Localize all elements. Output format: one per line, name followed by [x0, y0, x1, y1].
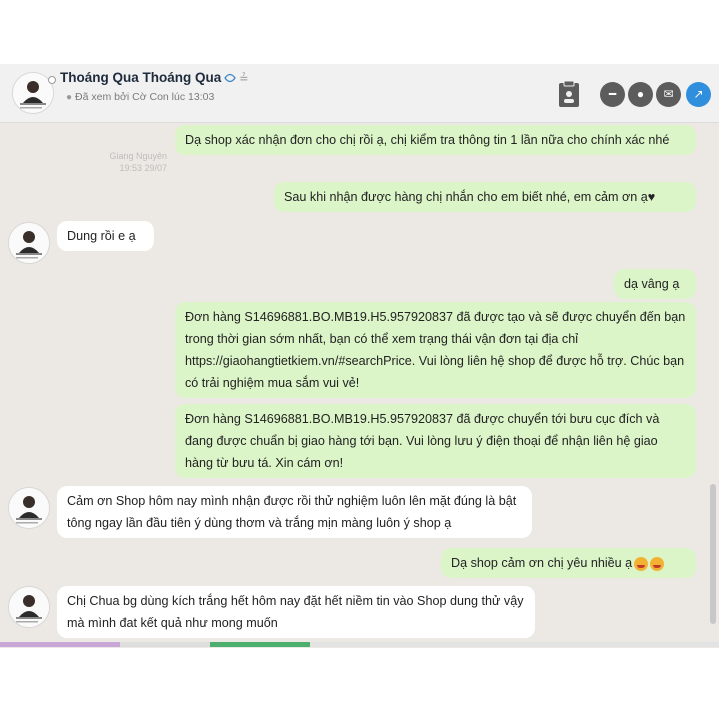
minus-icon[interactable]: ━ — [600, 82, 625, 107]
verified-icon — [224, 74, 237, 83]
status-dot — [48, 76, 56, 84]
message-timestamp: Giang Nguyên 19:53 29/07 — [109, 151, 167, 173]
scrollbar[interactable] — [710, 484, 716, 624]
chat-header: Thoáng Qua Thoáng Qua ≟ ● Đã xem bởi Cờ Co… — [0, 64, 719, 123]
message-bubble-outgoing[interactable]: Sau khi nhận được hàng chị nhắn cho em b… — [274, 182, 696, 212]
cake-icon: ≟ — [239, 73, 249, 85]
tab-indicator[interactable] — [120, 642, 210, 647]
tab-indicator[interactable] — [0, 642, 120, 647]
message-bubble-incoming[interactable]: Dung rồi e ạ — [57, 221, 154, 251]
mail-icon[interactable]: ✉ — [656, 82, 681, 107]
user-icon: ● — [66, 92, 73, 103]
kiss-emoji-icon — [650, 556, 665, 571]
contact-avatar[interactable] — [8, 586, 50, 628]
contact-avatar[interactable] — [8, 487, 50, 529]
message-bubble-outgoing[interactable]: Đơn hàng S14696881.BO.MB19.H5.957920837 … — [175, 404, 696, 478]
chat-window: Thoáng Qua Thoáng Qua ≟ ● Đã xem bởi Cờ Co… — [0, 64, 719, 648]
kiss-emoji-icon — [634, 556, 649, 571]
contact-avatar[interactable] — [8, 222, 50, 264]
seen-status: ● Đã xem bởi Cờ Con lúc 13:03 — [66, 91, 215, 103]
message-bubble-outgoing[interactable]: dạ vâng ạ — [614, 269, 696, 299]
message-bubble-outgoing[interactable]: Dạ shop cảm ơn chị yêu nhiều ạ — [441, 548, 696, 578]
bottom-tab-strip — [0, 642, 719, 647]
share-icon[interactable]: ↗ — [686, 82, 711, 107]
contact-name[interactable]: Thoáng Qua Thoáng Qua ≟ — [60, 70, 248, 85]
chat-icon[interactable]: ● — [628, 82, 653, 107]
message-bubble-incoming[interactable]: Cảm ơn Shop hôm nay mình nhận được rồi t… — [57, 486, 532, 538]
message-bubble-outgoing[interactable]: Đơn hàng S14696881.BO.MB19.H5.957920837 … — [175, 302, 696, 398]
tab-indicator[interactable] — [210, 642, 310, 647]
clipboard-icon[interactable] — [558, 80, 580, 108]
message-bubble-outgoing[interactable]: Dạ shop xác nhận đơn cho chị rồi ạ, chị … — [175, 125, 696, 155]
message-bubble-incoming[interactable]: Chị Chua bg dùng kích trắng hết hôm nay … — [57, 586, 535, 638]
tab-indicator[interactable] — [310, 642, 719, 647]
